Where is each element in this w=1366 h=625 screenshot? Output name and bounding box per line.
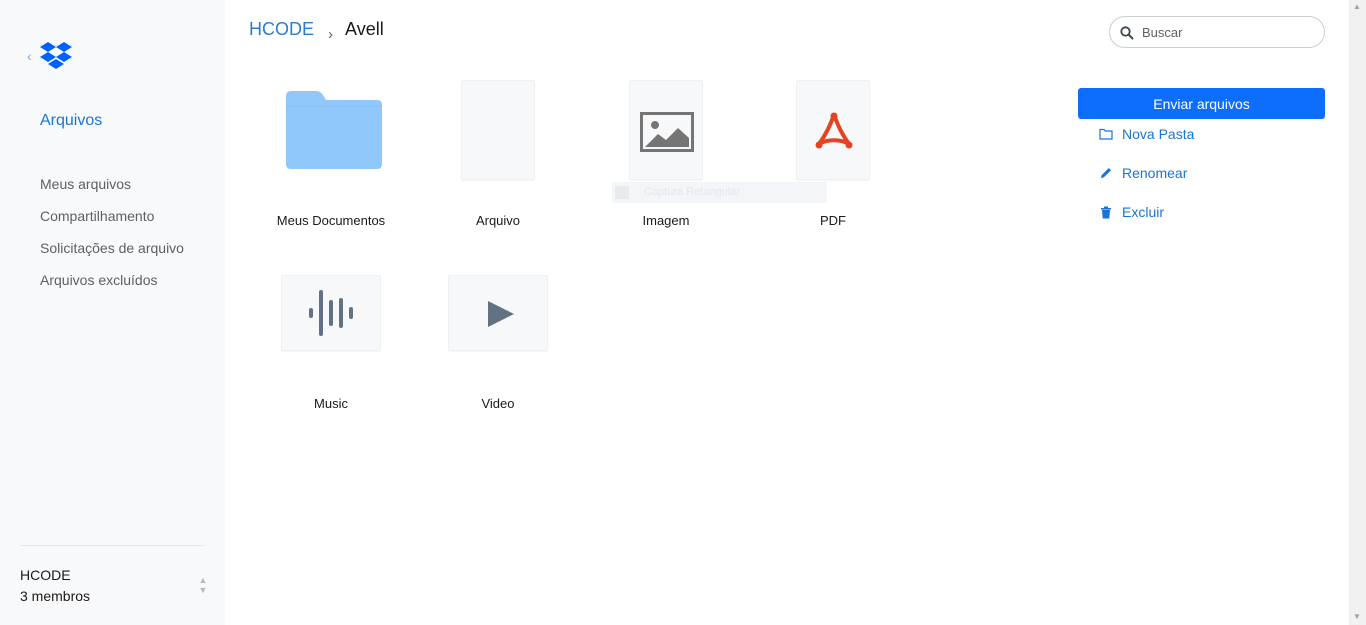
dropbox-logo-icon[interactable] xyxy=(40,41,73,71)
file-name: Imagem xyxy=(642,213,690,228)
file-name: Music xyxy=(314,396,348,411)
sidebar-title[interactable]: Arquivos xyxy=(40,112,102,130)
ghost-overlay-icon xyxy=(615,186,629,199)
sidebar: ‹ Arquivos Meus arquivos Compartilhament… xyxy=(0,0,225,625)
search-icon xyxy=(1120,26,1134,40)
folder-outline-icon xyxy=(1098,126,1114,142)
search-box[interactable] xyxy=(1109,16,1325,48)
breadcrumb-current: Avell xyxy=(345,19,384,39)
file-icon xyxy=(461,80,535,180)
new-folder-action[interactable]: Nova Pasta xyxy=(1098,126,1194,142)
upload-files-button[interactable]: Enviar arquivos xyxy=(1078,88,1325,119)
file-name: Meus Documentos xyxy=(276,213,386,228)
sidebar-item-solicitacoes[interactable]: Solicitações de arquivo xyxy=(40,239,184,271)
breadcrumb-separator-icon: › xyxy=(328,26,334,43)
file-item-music[interactable]: Music xyxy=(256,275,406,425)
team-switch-icon[interactable]: ▲ ▼ xyxy=(197,575,209,597)
sidebar-item-excluidos[interactable]: Arquivos excluídos xyxy=(40,271,184,303)
file-item-folder[interactable]: Meus Documentos xyxy=(256,80,406,240)
search-input[interactable] xyxy=(1142,24,1312,40)
scroll-down-icon[interactable]: ▼ xyxy=(1353,612,1361,621)
pdf-icon xyxy=(815,112,853,149)
play-icon xyxy=(488,301,514,327)
rename-label: Renomear xyxy=(1122,165,1188,181)
rename-action[interactable]: Renomear xyxy=(1098,165,1187,181)
audio-icon xyxy=(309,290,353,336)
trash-icon xyxy=(1098,204,1114,220)
image-thumb xyxy=(629,80,703,180)
image-icon xyxy=(640,112,694,152)
sidebar-item-meus-arquivos[interactable]: Meus arquivos xyxy=(40,175,184,207)
delete-label: Excluir xyxy=(1122,204,1165,220)
music-thumb xyxy=(281,275,381,351)
file-item-video[interactable]: Video xyxy=(423,275,573,425)
scroll-up-icon[interactable]: ▲ xyxy=(1353,2,1361,11)
team-members[interactable]: 3 membros xyxy=(20,588,90,604)
file-item-file[interactable]: Arquivo xyxy=(423,80,573,240)
video-thumb xyxy=(448,275,548,351)
file-name: PDF xyxy=(820,213,846,228)
sidebar-divider xyxy=(20,545,205,546)
new-folder-label: Nova Pasta xyxy=(1122,126,1195,142)
file-item-pdf[interactable]: PDF xyxy=(758,80,908,240)
pdf-thumb xyxy=(796,80,870,180)
breadcrumb: HCODE › Avell xyxy=(249,19,384,43)
pencil-icon xyxy=(1098,165,1114,181)
ghost-overlay: Captura Retangular xyxy=(612,182,827,203)
breadcrumb-root[interactable]: HCODE xyxy=(249,19,314,40)
team-name[interactable]: HCODE xyxy=(20,567,71,583)
file-name: Arquivo xyxy=(475,213,521,228)
file-name: Video xyxy=(481,396,515,411)
sidebar-nav: Meus arquivos Compartilhamento Solicitaç… xyxy=(40,175,184,303)
file-item-image[interactable]: Imagem xyxy=(591,80,741,240)
back-chevron-icon[interactable]: ‹ xyxy=(27,48,32,64)
delete-action[interactable]: Excluir xyxy=(1098,204,1164,220)
folder-icon xyxy=(286,91,382,169)
scrollbar[interactable] xyxy=(1349,0,1366,625)
sidebar-item-compartilhamento[interactable]: Compartilhamento xyxy=(40,207,184,239)
